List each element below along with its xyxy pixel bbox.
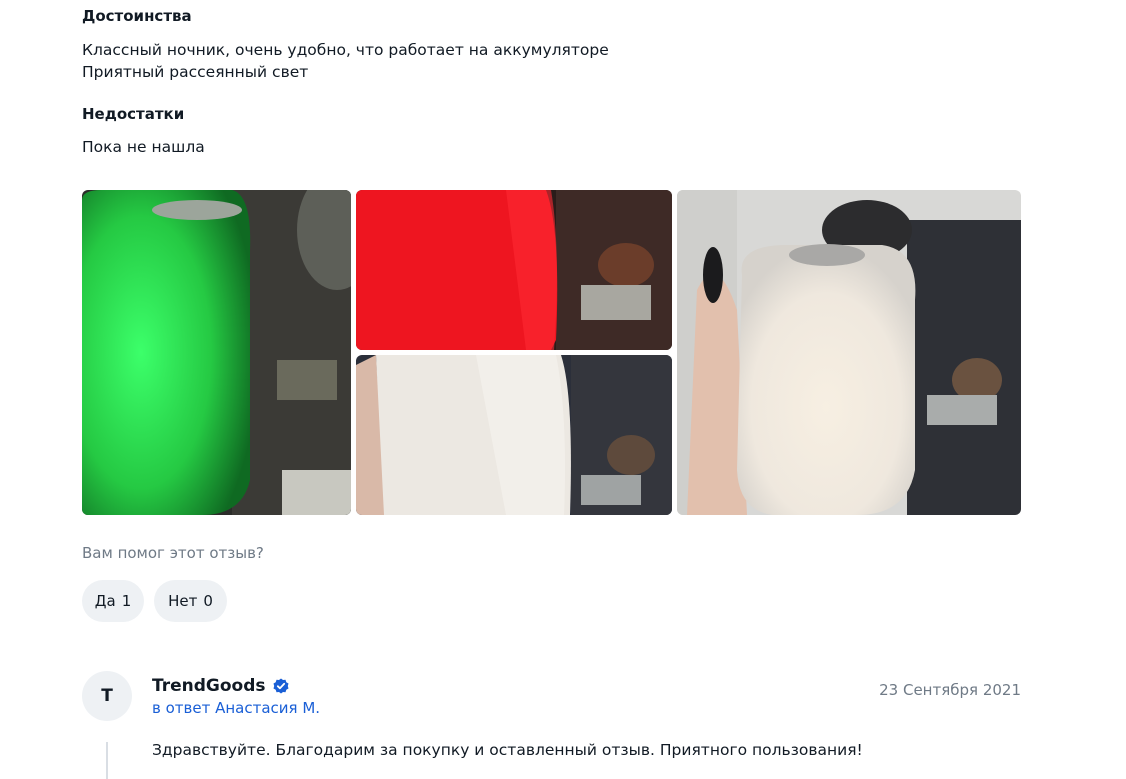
pros-line-1: Классный ночник, очень удобно, что работ… bbox=[82, 41, 609, 59]
reply-text: Здравствуйте. Благодарим за покупку и ос… bbox=[152, 741, 863, 759]
helpful-no-button[interactable]: Нет 0 bbox=[154, 580, 227, 622]
helpful-yes-count: 1 bbox=[121, 592, 132, 610]
seller-name: TrendGoods bbox=[152, 676, 266, 696]
review-photo-green-lamp[interactable] bbox=[82, 190, 351, 515]
review-photo-red-lamp[interactable] bbox=[356, 190, 672, 350]
helpful-no-label: Нет bbox=[168, 592, 198, 610]
review-photo-white-lamp-hand[interactable] bbox=[356, 355, 672, 515]
cons-text: Пока не нашла bbox=[82, 138, 205, 156]
helpful-yes-label: Да bbox=[94, 592, 116, 610]
reply-to-link[interactable]: в ответ Анастасия М. bbox=[152, 699, 320, 717]
reply-date: 23 Сентября 2021 bbox=[879, 681, 1021, 699]
helpful-no-count: 0 bbox=[203, 592, 213, 610]
pros-line-2: Приятный рассеянный свет bbox=[82, 63, 309, 81]
review-photo-white-lamp-held[interactable] bbox=[677, 190, 1021, 515]
helpful-yes-button[interactable]: Да 1 bbox=[82, 580, 144, 622]
seller-avatar: T bbox=[82, 671, 132, 721]
review-card: Достоинства Классный ночник, очень удобн… bbox=[0, 0, 1126, 779]
pros-title: Достоинства bbox=[82, 7, 192, 25]
verified-check-icon bbox=[273, 678, 289, 694]
reply-thread-line bbox=[106, 742, 108, 779]
seller-author[interactable]: TrendGoods bbox=[152, 676, 289, 696]
cons-title: Недостатки bbox=[82, 105, 185, 123]
helpful-question: Вам помог этот отзыв? bbox=[82, 544, 264, 562]
